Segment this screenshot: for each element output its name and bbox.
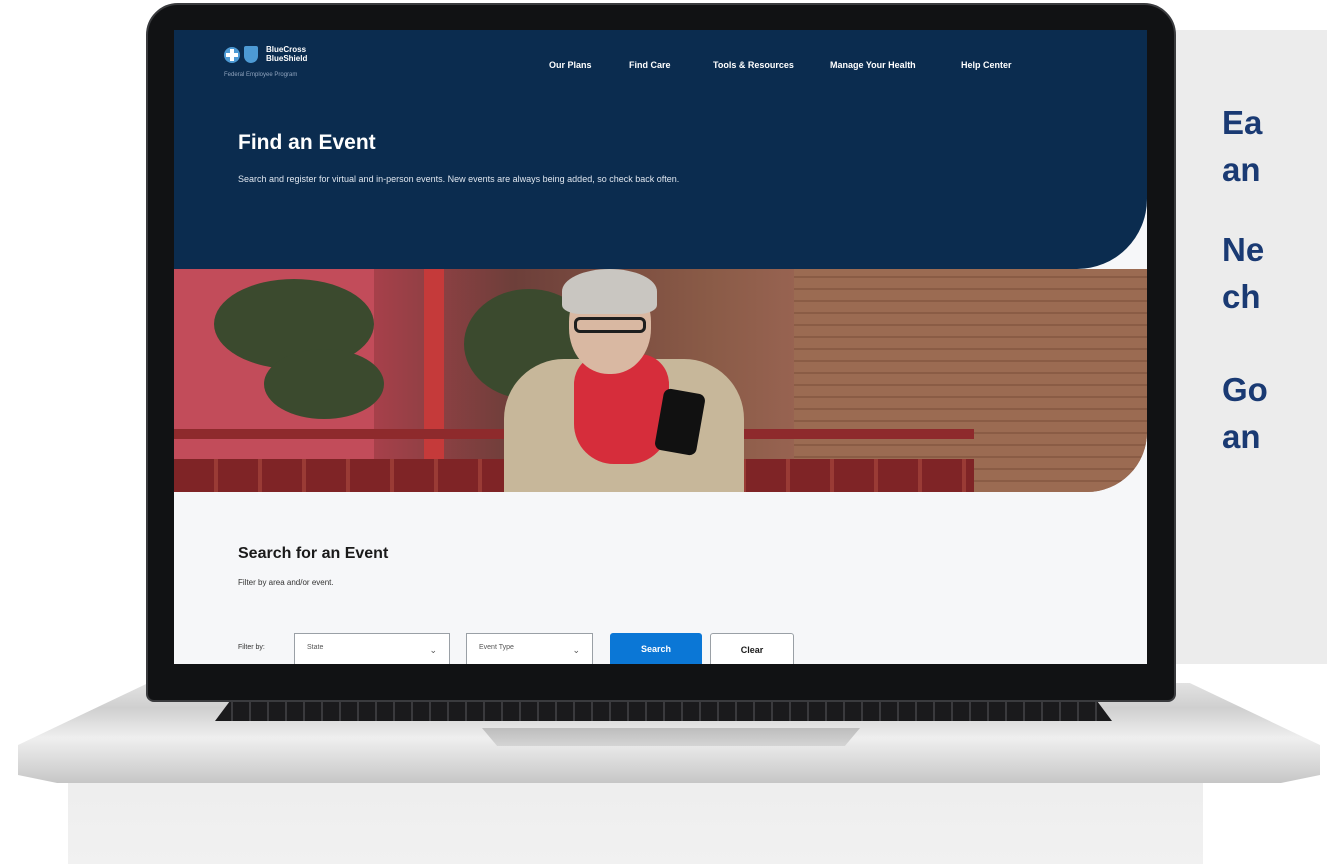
search-section: Search for an Event Filter by area and/o… [174, 492, 1147, 664]
laptop-screen: BlueCross BlueShield Federal Employee Pr… [174, 30, 1147, 664]
side-text-line: Go [1222, 371, 1268, 408]
search-title: Search for an Event [238, 545, 389, 562]
search-subtitle: Filter by area and/or event. [238, 578, 334, 587]
filter-label: Filter by: [238, 644, 265, 651]
event-type-select[interactable]: Event Type ⌄ [466, 633, 593, 664]
chevron-down-icon: ⌄ [572, 645, 580, 655]
logo-subtitle: Federal Employee Program [224, 72, 298, 78]
side-text-line: Ea [1222, 104, 1263, 141]
page-title: Find an Event [238, 131, 376, 154]
bcbs-logo[interactable]: BlueCross BlueShield [224, 45, 307, 63]
clear-button[interactable]: Clear [710, 633, 794, 664]
chevron-down-icon: ⌄ [429, 645, 437, 655]
blue-shield-icon [244, 46, 258, 63]
state-select[interactable]: State ⌄ [294, 633, 450, 664]
site-header: BlueCross BlueShield Federal Employee Pr… [174, 30, 1147, 269]
logo-line-2: BlueShield [266, 54, 308, 63]
nav-find-care[interactable]: Find Care [629, 60, 671, 70]
side-text-line: an [1222, 151, 1261, 188]
event-type-select-value: Event Type [479, 644, 514, 651]
page-description: Search and register for virtual and in-p… [238, 174, 680, 184]
side-text-line: an [1222, 418, 1261, 455]
nav-manage-your-health[interactable]: Manage Your Health [830, 60, 916, 70]
nav-help-center[interactable]: Help Center [961, 60, 1012, 70]
blue-cross-icon [224, 47, 240, 63]
state-select-value: State [307, 644, 324, 651]
nav-tools-resources[interactable]: Tools & Resources [713, 60, 794, 70]
side-text-line: ch [1222, 278, 1261, 315]
side-text-line: Ne [1222, 231, 1265, 268]
trackpad-notch [482, 728, 860, 746]
search-button[interactable]: Search [610, 633, 702, 664]
hero-image [174, 269, 1147, 492]
nav-our-plans[interactable]: Our Plans [549, 60, 592, 70]
logo-line-1: BlueCross [266, 45, 307, 54]
